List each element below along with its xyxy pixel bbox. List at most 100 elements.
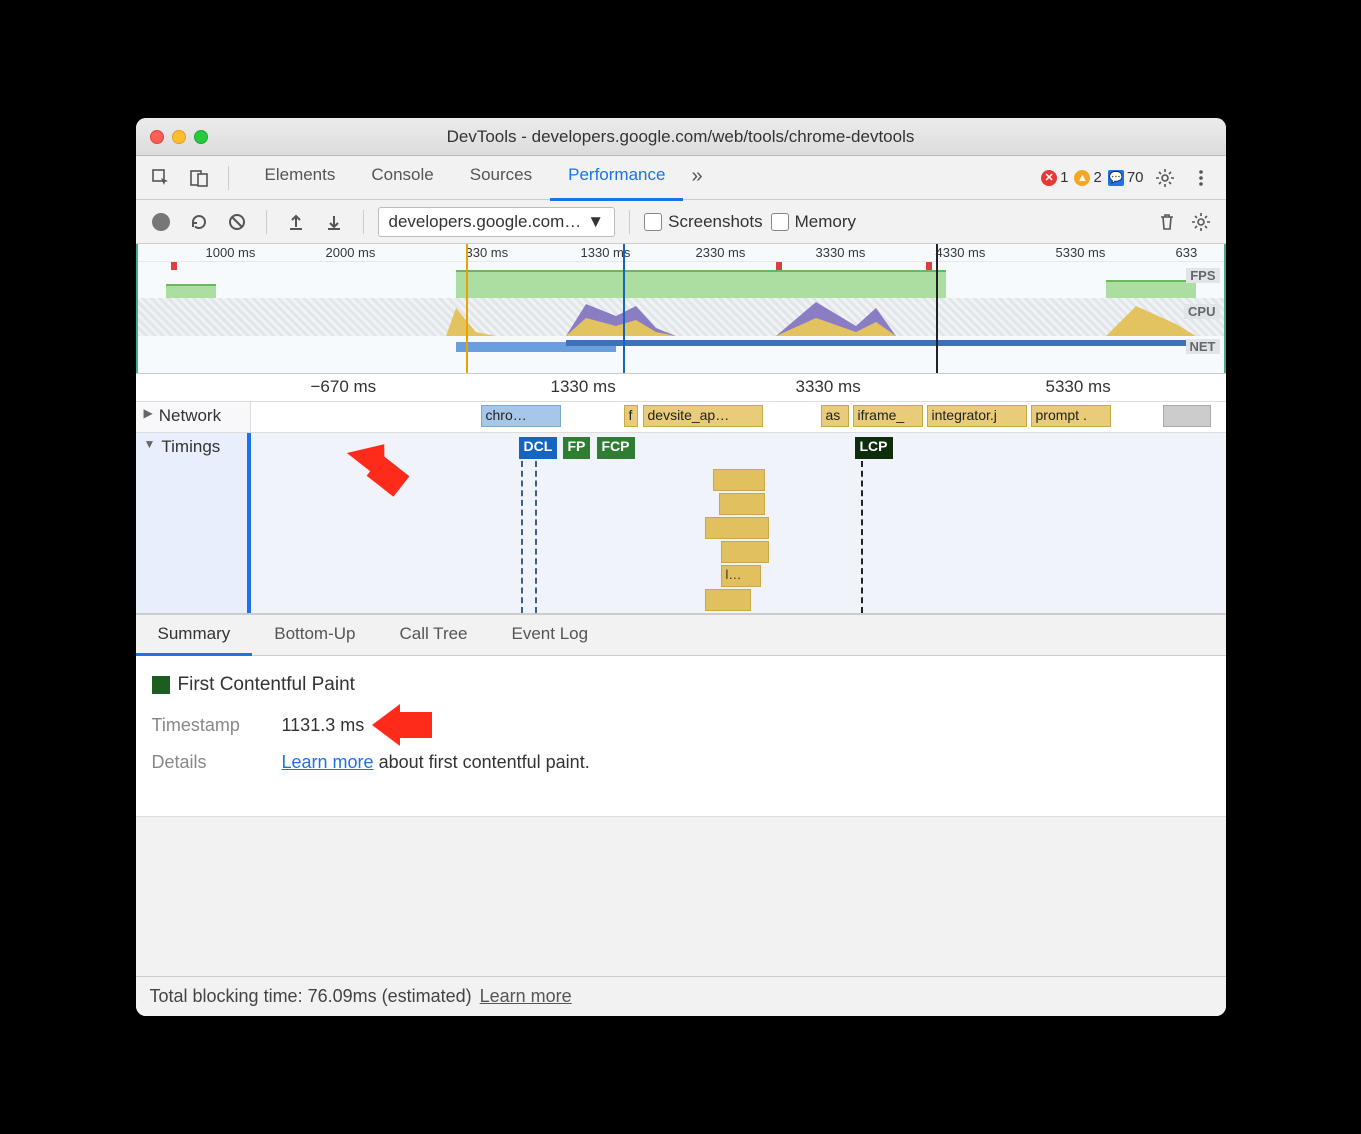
capture-settings-gear-icon[interactable] [1186,207,1216,237]
timings-track-body: DCL FP FCP LCP l… [247,433,1226,613]
tbt-learn-more-link[interactable]: Learn more [480,986,572,1007]
tick: 3330 ms [816,245,866,260]
network-request[interactable]: prompt . [1031,405,1111,427]
fps-lane: FPS [136,262,1226,298]
screenshots-checkbox[interactable]: Screenshots [644,212,763,232]
task-block[interactable] [705,589,751,611]
timestamp-label: Timestamp [152,715,262,736]
tick: 1000 ms [206,245,256,260]
timings-track[interactable]: ▼ Timings DCL FP FCP LCP l… [136,433,1226,613]
annotation-arrow-icon [351,441,399,471]
tab-summary[interactable]: Summary [136,615,253,656]
network-request[interactable]: as [821,405,849,427]
trash-icon[interactable] [1152,207,1182,237]
kebab-menu-icon[interactable] [1186,163,1216,193]
marker-line [936,244,938,373]
tab-call-tree[interactable]: Call Tree [377,615,489,656]
inspect-element-icon[interactable] [146,163,176,193]
learn-more-link[interactable]: Learn more [282,752,374,772]
memory-checkbox[interactable]: Memory [771,212,856,232]
summary-details-row: Details Learn more about first contentfu… [152,752,1210,773]
tab-bottom-up[interactable]: Bottom-Up [252,615,377,656]
marker-dcl[interactable]: DCL [519,437,558,459]
overview-timeline[interactable]: 1000 ms 2000 ms 330 ms 1330 ms 2330 ms 3… [136,244,1226,374]
profile-selector[interactable]: developers.google.com… ▼ [378,207,616,237]
checkbox-icon [771,213,789,231]
minimize-icon[interactable] [172,130,186,144]
info-count[interactable]: 💬 70 [1108,169,1144,186]
load-profile-icon[interactable] [281,207,311,237]
marker-fcp[interactable]: FCP [597,437,635,459]
task-block[interactable] [713,469,765,491]
close-icon[interactable] [150,130,164,144]
fps-drop-icon [171,262,177,270]
tab-event-log[interactable]: Event Log [490,615,611,656]
task-block[interactable]: l… [721,565,761,587]
dashed-line [861,461,863,613]
network-request[interactable]: devsite_ap… [643,405,763,427]
main-tab-bar: Elements Console Sources Performance » ✕… [136,156,1226,200]
status-area: ✕ 1 ▲ 2 💬 70 [1041,163,1215,193]
separator [266,210,267,234]
cpu-label: CPU [1184,304,1219,319]
error-icon: ✕ [1041,170,1057,186]
main-tabs: Elements Console Sources Performance » [247,155,711,201]
net-bar [566,340,1196,346]
network-request[interactable] [1163,405,1211,427]
save-profile-icon[interactable] [319,207,349,237]
titlebar: DevTools - developers.google.com/web/too… [136,118,1226,156]
error-count[interactable]: ✕ 1 [1041,169,1068,186]
details-label: Details [152,752,262,773]
tab-elements[interactable]: Elements [247,155,354,201]
tick: 2000 ms [326,245,376,260]
network-track-body: chro… f devsite_ap… as iframe_ integrato… [251,402,1226,432]
tick: 3330 ms [796,377,861,397]
tab-sources[interactable]: Sources [452,155,550,201]
info-count-value: 70 [1127,169,1144,186]
marker-fp[interactable]: FP [563,437,591,459]
separator [363,210,364,234]
devtools-window: DevTools - developers.google.com/web/too… [136,118,1226,1016]
tracks-panel: −670 ms 1330 ms 3330 ms 5330 ms ▶ Networ… [136,374,1226,614]
net-label: NET [1186,339,1220,354]
tick: 4330 ms [936,245,986,260]
network-request[interactable]: integrator.j [927,405,1027,427]
dashed-line [521,461,523,613]
tab-more[interactable]: » [683,155,710,201]
summary-title-text: First Contentful Paint [178,674,355,696]
clear-icon[interactable] [222,207,252,237]
marker-lcp[interactable]: LCP [855,437,893,459]
timestamp-value: 1131.3 ms [282,715,365,736]
tick: 5330 ms [1046,377,1111,397]
task-block[interactable] [721,541,769,563]
reload-record-icon[interactable] [184,207,214,237]
tab-performance[interactable]: Performance [550,155,683,201]
window-title: DevTools - developers.google.com/web/too… [136,127,1226,147]
annotation-arrow-icon [394,712,432,738]
dropdown-icon: ▼ [587,212,604,232]
settings-gear-icon[interactable] [1150,163,1180,193]
network-request[interactable]: f [624,405,638,427]
network-request[interactable]: chro… [481,405,561,427]
task-block[interactable] [719,493,765,515]
event-color-swatch [152,676,170,694]
track-ruler: −670 ms 1330 ms 3330 ms 5330 ms [136,374,1226,402]
network-request[interactable]: iframe_ [853,405,923,427]
record-button[interactable] [146,207,176,237]
summary-pane: First Contentful Paint Timestamp 1131.3 … [136,656,1226,816]
dashed-line [535,461,537,613]
tab-console[interactable]: Console [353,155,451,201]
warning-count[interactable]: ▲ 2 [1074,169,1101,186]
device-toolbar-icon[interactable] [184,163,214,193]
network-track-header[interactable]: ▶ Network [136,402,251,432]
screenshots-label: Screenshots [668,212,763,232]
performance-toolbar: developers.google.com… ▼ Screenshots Mem… [136,200,1226,244]
info-icon: 💬 [1108,170,1124,186]
timings-track-header[interactable]: ▼ Timings [136,433,251,613]
tick: −670 ms [311,377,377,397]
overview-ruler: 1000 ms 2000 ms 330 ms 1330 ms 2330 ms 3… [136,244,1226,262]
fps-block [166,284,216,298]
network-track[interactable]: ▶ Network chro… f devsite_ap… as iframe_… [136,402,1226,433]
task-block[interactable] [705,517,769,539]
zoom-icon[interactable] [194,130,208,144]
